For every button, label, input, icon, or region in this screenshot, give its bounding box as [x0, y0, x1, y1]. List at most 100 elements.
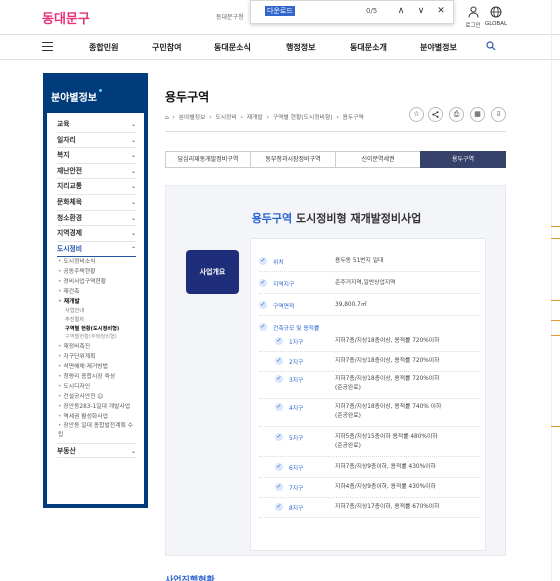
info-row: ✓ 건축규모 및 용적률	[259, 323, 320, 332]
global-label: GLOBAL	[484, 21, 508, 27]
breadcrumb: ⌂ › 분야별정보 › 도시정비 › 재개발 › 구역별 현황(도시정비형) ›…	[165, 115, 364, 121]
sub-item[interactable]: 건설공사안전 ☺	[57, 392, 136, 402]
sub-item-open[interactable]: 재개발	[57, 297, 136, 307]
check-circle-icon: ✓	[275, 357, 283, 365]
print-icon[interactable]: ⎙	[449, 107, 464, 122]
sidebar-item[interactable]: 재난안전 ⌄	[57, 164, 136, 180]
site-logo[interactable]: 동대문구	[42, 8, 90, 27]
favorite-star-icon[interactable]: ☆	[409, 107, 424, 122]
find-next-icon[interactable]: ∨	[414, 4, 428, 18]
tab-sinimun[interactable]: 신이문역세권	[335, 151, 420, 168]
tab-yongdu[interactable]: 용두구역	[420, 151, 506, 168]
sidebar-item[interactable]: 부동산 ⌄	[57, 442, 136, 459]
login-button[interactable]: 로그인	[461, 6, 485, 29]
sub-item[interactable]: 공동주택현황	[57, 267, 136, 277]
sidebar-item[interactable]: 복지 ⌄	[57, 148, 136, 164]
breadcrumb-item[interactable]: 구역별 현황(도시정비형)	[273, 115, 333, 121]
main-navigation: 종합민원 구민참여 동대문소식 행정정보 동대문소개 분야별정보	[0, 34, 560, 60]
edge-mark	[551, 226, 560, 227]
find-input[interactable]: 다운로드	[265, 6, 401, 19]
chevron-down-icon: ⌄	[130, 230, 136, 238]
district-row: ✓ 7지구 지하4층/지상9층이하, 용적률 430%이하	[259, 483, 479, 498]
sub-item[interactable]: 청량리 종합시장 육성	[57, 372, 136, 382]
sidebar-item[interactable]: 청소환경 ⌄	[57, 211, 136, 227]
tab-dapsimni[interactable]: 답십리재동개발정비구역	[165, 151, 250, 168]
sub-sub-item[interactable]: 추진절차	[57, 316, 136, 325]
district-row: ✓ 1지구 지하7층/지상18층이상, 용적률 720%이하	[259, 337, 479, 352]
breadcrumb-item[interactable]: 분야별정보	[179, 115, 206, 121]
title-dot	[99, 89, 102, 92]
sidebar-item-open[interactable]: 도시정비 ⌃	[57, 242, 136, 258]
edge-mark	[551, 300, 560, 301]
download-icon[interactable]: ⇩	[491, 107, 506, 122]
sub-item[interactable]: 재정비촉진	[57, 342, 136, 352]
sub-item[interactable]: 정비사업구역현황	[57, 277, 136, 287]
sub-sub-item[interactable]: 구역별현황(주택정비형)	[57, 333, 136, 342]
breadcrumb-item[interactable]: 재개발	[247, 115, 263, 121]
gnb-item-intro[interactable]: 동대문소개	[350, 42, 387, 53]
user-icon	[461, 6, 485, 21]
sidebar-item[interactable]: 교육 ⌄	[57, 117, 136, 133]
page-title: 용두구역	[165, 90, 210, 104]
site-label: 동대문구청	[216, 14, 244, 21]
sub-item[interactable]: 장안동283-1일대 개발사업	[57, 402, 136, 412]
district-row: ✓ 5지구 지하5층/지상15층이하 용적률 480%이하 (준공완료)	[259, 433, 479, 457]
sub-item[interactable]: 도시정비소식	[57, 257, 136, 267]
chevron-down-icon: ⌄	[130, 136, 136, 144]
breadcrumb-item[interactable]: 도시정비	[215, 115, 236, 121]
share-icon[interactable]	[428, 107, 443, 122]
gnb-item-participation[interactable]: 구민참여	[152, 42, 181, 53]
search-icon[interactable]	[486, 41, 496, 54]
global-button[interactable]: GLOBAL	[484, 6, 508, 27]
sub-item[interactable]: 역세권 활성화사업	[57, 412, 136, 422]
overview-badge: 사업개요	[186, 250, 239, 294]
info-row: ✓ 지역지구 준주거지역,일반상업지역	[259, 279, 479, 294]
info-row: ✓ 위치 용두동 51번지 일대	[259, 257, 479, 272]
gnb-item-admin[interactable]: 행정정보	[286, 42, 315, 53]
find-prev-icon[interactable]: ∧	[394, 4, 408, 18]
find-count: 0/5	[366, 7, 378, 15]
home-icon[interactable]: ⌂	[165, 115, 169, 121]
sub-item[interactable]: 재건축	[57, 287, 136, 297]
district-row: ✓ 2지구 지하7층/지상18층이상, 용적률 720%이하	[259, 357, 479, 372]
tab-dongbu[interactable]: 동부청과시장정비구역	[250, 151, 335, 168]
next-section-title: 사업진행현황	[165, 576, 215, 581]
sub-item[interactable]: 지구단위계획	[57, 352, 136, 362]
sub-item[interactable]: 석면해체·제거방법	[57, 362, 136, 372]
edge-mark	[551, 238, 560, 239]
chevron-down-icon: ⌄	[130, 214, 136, 222]
chevron-down-icon: ⌄	[130, 167, 136, 175]
globe-icon	[484, 6, 508, 21]
chevron-up-icon: ⌃	[130, 245, 136, 253]
sub-item[interactable]: 도시디자인	[57, 382, 136, 392]
sidebar-item[interactable]: 일자리 ⌄	[57, 133, 136, 149]
district-row: ✓ 8지구 지하7층/지상17층이하, 용적률 670%이하	[259, 503, 479, 518]
check-circle-icon: ✓	[259, 301, 267, 309]
edge-mark	[551, 426, 560, 427]
check-circle-icon: ✓	[275, 483, 283, 491]
gnb-item-field-info[interactable]: 분야별정보	[420, 42, 457, 53]
chevron-down-icon: ⌄	[130, 121, 136, 128]
qr-code-icon[interactable]: ▦	[470, 107, 485, 122]
gnb-item-civil[interactable]: 종합민원	[89, 42, 118, 53]
district-row: ✓ 3지구 지하7층/지상18층이상, 용적률 720%이하 (준공완료)	[259, 375, 479, 399]
sidebar-item[interactable]: 문화체육 ⌄	[57, 195, 136, 211]
top-header: 동대문구 동대문구청 다운로드 0/5 ∧ ∨ ✕ 로그인 GLOBAL	[0, 0, 560, 34]
sub-sub-item[interactable]: 사업안내	[57, 307, 136, 316]
hamburger-menu-icon[interactable]	[42, 42, 53, 51]
panel-title: 용두구역 도시정비형 재개발정비사업	[251, 212, 422, 225]
login-label: 로그인	[465, 23, 481, 29]
district-row: ✓ 6지구 지하7층/지상9층이하, 용적률 430%이하	[259, 463, 479, 478]
sidebar-item[interactable]: 지역경제 ⌄	[57, 226, 136, 242]
sub-sub-item-active[interactable]: 구역별 현황(도시정비형)	[57, 325, 136, 334]
gnb-item-news[interactable]: 동대문소식	[214, 42, 251, 53]
sub-item[interactable]: 장안동 일대 종합발전계획 수립	[57, 422, 136, 441]
district-row: ✓ 4지구 지하7층/지상18층이상, 용적률 740% 이하 (준공완료)	[259, 403, 479, 427]
find-close-icon[interactable]: ✕	[434, 4, 448, 18]
sidebar-item[interactable]: 지리교통 ⌄	[57, 179, 136, 195]
check-circle-icon: ✓	[275, 433, 283, 441]
check-circle-icon: ✓	[275, 375, 283, 383]
title-divider	[165, 131, 506, 132]
edge-mark	[551, 320, 560, 321]
page-edge	[551, 0, 552, 581]
